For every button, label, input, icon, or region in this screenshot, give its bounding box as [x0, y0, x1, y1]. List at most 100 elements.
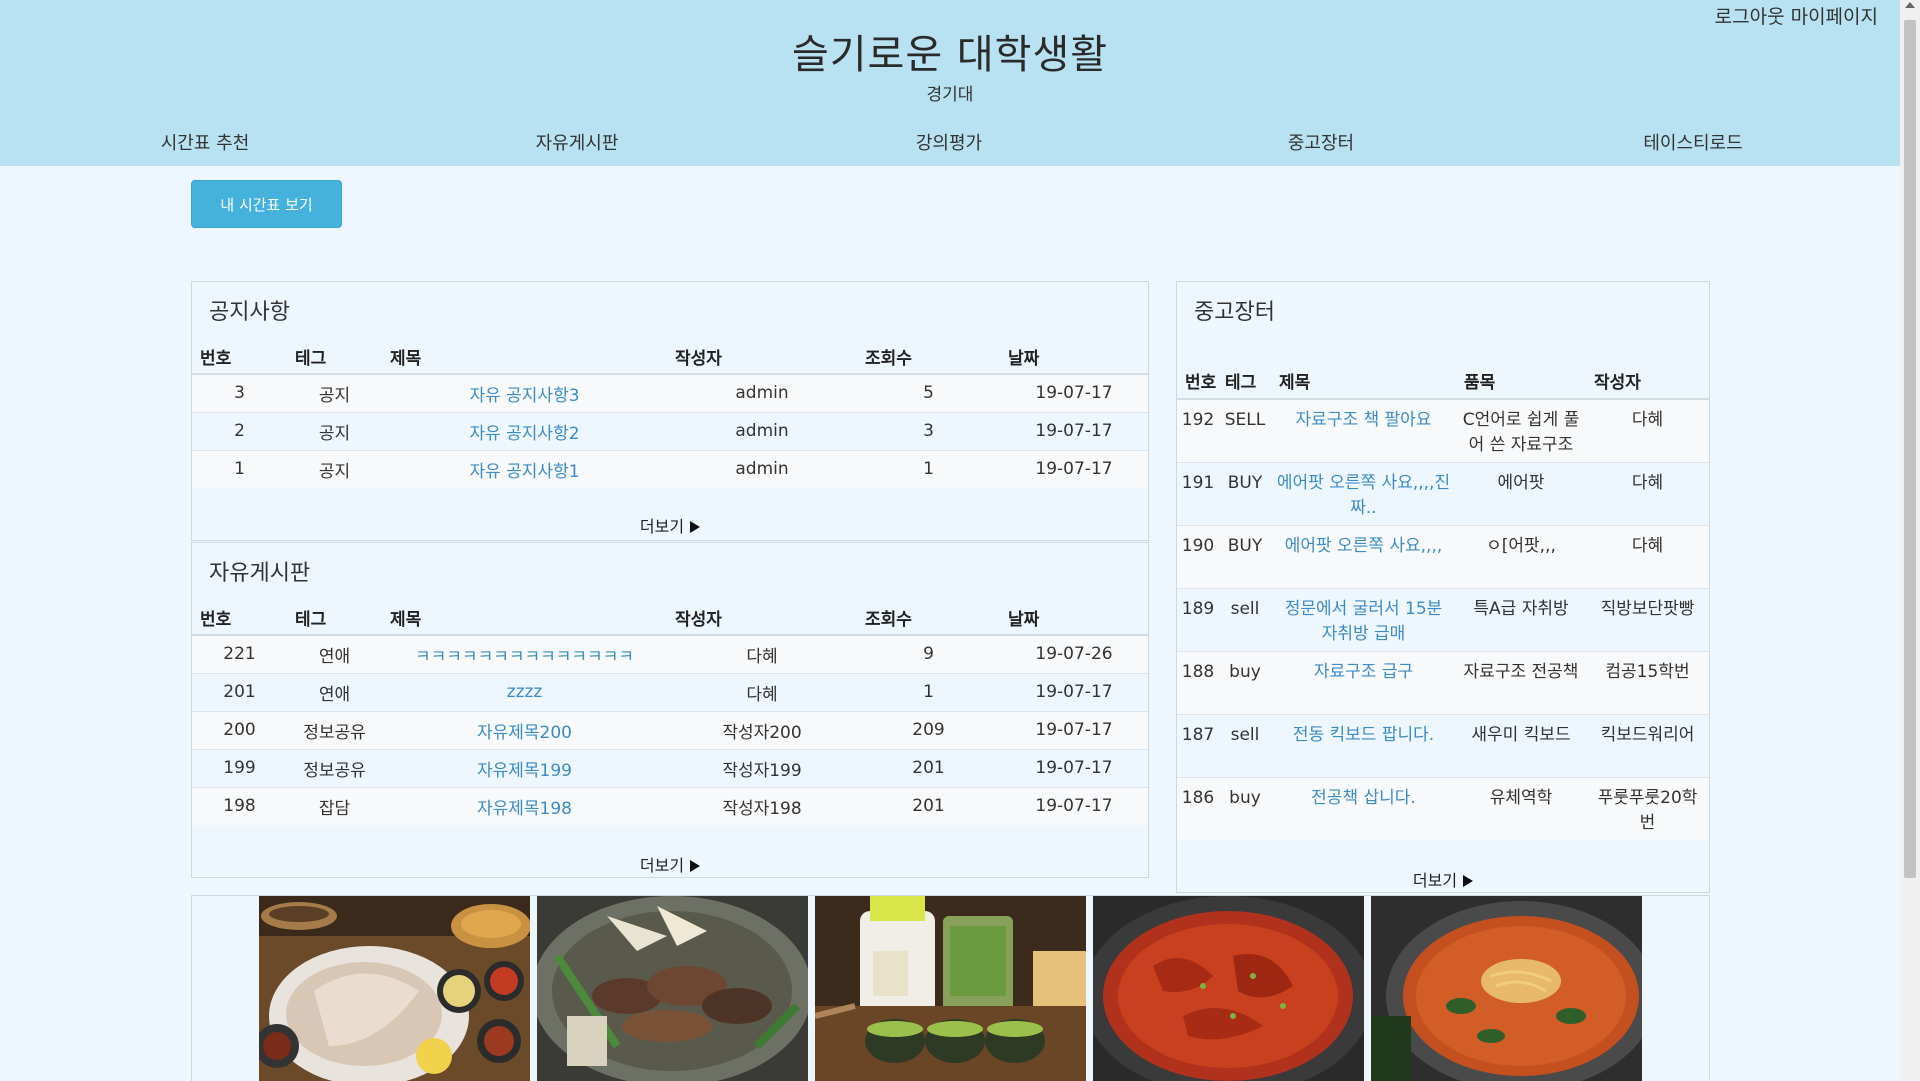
- grilled-pork-pan-photo[interactable]: [537, 896, 808, 1081]
- cell-no: 191: [1177, 461, 1219, 525]
- post-title-link[interactable]: 자유제목199: [477, 761, 572, 781]
- col-header: 테그: [287, 601, 382, 636]
- cell-views: 5: [857, 373, 1000, 412]
- cell-item: 유체역학: [1456, 776, 1586, 840]
- cell-tag: sell: [1219, 587, 1271, 651]
- table-row: 221 연애 ㅋㅋㅋㅋㅋㅋㅋㅋㅋㅋㅋㅋㅋㅋ 다혜 9 19-07-26: [192, 634, 1148, 673]
- cell-no: 201: [192, 672, 287, 711]
- notice-more-link[interactable]: 더보기: [192, 513, 1148, 537]
- cell-no: 3: [192, 373, 287, 412]
- free-board-more-link[interactable]: 더보기: [192, 852, 1148, 876]
- col-header: 날짜: [1000, 340, 1148, 375]
- cell-tag: BUY: [1219, 461, 1271, 525]
- post-title-link[interactable]: 전공책 삽니다.: [1311, 788, 1416, 808]
- cell-no: 1: [192, 449, 287, 488]
- col-header: 작성자: [667, 601, 857, 636]
- spicy-chicken-feet-photo[interactable]: [1093, 896, 1364, 1081]
- market-table: 번호 테그 제목 품목 작성자 192 SELL 자료구조 책 팔아요 C언어로…: [1177, 342, 1709, 840]
- cell-tag: 공지: [287, 449, 382, 488]
- cell-no: 221: [192, 634, 287, 673]
- cell-date: 19-07-17: [1000, 748, 1148, 787]
- cell-tag: 연애: [287, 634, 382, 673]
- more-label: 더보기: [1412, 871, 1458, 890]
- free-board-panel: 자유게시판 번호 테그 제목 작성자 조회수 날짜 221 연애 ㅋㅋㅋㅋㅋㅋㅋ…: [191, 542, 1149, 878]
- cell-no: 190: [1177, 524, 1219, 588]
- post-title-link[interactable]: 자유 공지사항2: [469, 424, 579, 444]
- scroll-up-arrow-icon[interactable]: [1905, 2, 1915, 8]
- post-title-link[interactable]: zzzz: [507, 682, 543, 702]
- cell-no: 199: [192, 748, 287, 787]
- cell-tag: SELL: [1219, 398, 1271, 462]
- table-row: 187 sell 전동 킥보드 팝니다. 새우미 킥보드 킥보드워리어: [1177, 713, 1709, 777]
- cell-author: 작성자200: [667, 710, 857, 749]
- site-header: 로그아웃 마이페이지 슬기로운 대학생활 경기대 시간표 추천 자유게시판 강의…: [0, 0, 1900, 166]
- more-label: 더보기: [639, 517, 685, 536]
- nav-market[interactable]: 중고장터: [1288, 129, 1354, 155]
- nav-tasty-road[interactable]: 테이스티로드: [1643, 129, 1742, 155]
- table-row: 192 SELL 자료구조 책 팔아요 C언어로 쉽게 풀어 쓴 자료구조 다혜: [1177, 398, 1709, 462]
- table-row: 190 BUY 에어팟 오른쪽 사요,,,, ㅇ[어팟,,, 다혜: [1177, 524, 1709, 588]
- post-title-link[interactable]: 정문에서 굴러서 15분 자취방 급매: [1285, 599, 1443, 644]
- market-more-link[interactable]: 더보기: [1177, 867, 1709, 891]
- cell-views: 209: [857, 710, 1000, 749]
- cell-views: 201: [857, 786, 1000, 825]
- post-title-link[interactable]: 자유제목198: [477, 799, 572, 819]
- page-scrollbar[interactable]: [1900, 0, 1920, 1080]
- col-header: 번호: [192, 601, 287, 636]
- play-triangle-icon: [690, 859, 701, 872]
- table-row: 2 공지 자유 공지사항2 admin 3 19-07-17: [192, 411, 1148, 450]
- nav-timetable-recommend[interactable]: 시간표 추천: [161, 129, 250, 155]
- cell-author: 다혜: [1586, 398, 1709, 462]
- post-title-link[interactable]: ㅋㅋㅋㅋㅋㅋㅋㅋㅋㅋㅋㅋㅋㅋ: [415, 647, 634, 667]
- post-title-link[interactable]: 자유 공지사항3: [469, 386, 579, 406]
- tasty-road-gallery: [191, 895, 1710, 1081]
- cell-tag: BUY: [1219, 524, 1271, 588]
- cell-no: 198: [192, 786, 287, 825]
- cell-no: 188: [1177, 650, 1219, 714]
- table-row: 198 잡담 자유제목198 작성자198 201 19-07-17: [192, 786, 1148, 825]
- nav-lecture-review[interactable]: 강의평가: [916, 129, 982, 155]
- cell-tag: buy: [1219, 650, 1271, 714]
- cell-author: 작성자199: [667, 748, 857, 787]
- cell-item: 에어팟: [1456, 461, 1586, 525]
- cell-no: 200: [192, 710, 287, 749]
- cell-item: C언어로 쉽게 풀어 쓴 자료구조: [1456, 398, 1586, 462]
- notice-panel: 공지사항 번호 테그 제목 작성자 조회수 날짜 3 공지 자유 공지사항3 a…: [191, 281, 1149, 541]
- post-title-link[interactable]: 자유제목200: [477, 723, 572, 743]
- my-timetable-button[interactable]: 내 시간표 보기: [191, 180, 342, 228]
- scroll-thumb[interactable]: [1904, 20, 1916, 878]
- cell-date: 19-07-17: [1000, 373, 1148, 412]
- cell-tag: 연애: [287, 672, 382, 711]
- post-title-link[interactable]: 자유 공지사항1: [469, 462, 579, 482]
- cell-author: admin: [667, 373, 857, 412]
- col-header: 작성자: [1586, 342, 1709, 400]
- notice-title: 공지사항: [209, 300, 290, 325]
- col-header: 품목: [1456, 342, 1586, 400]
- cell-tag: buy: [1219, 776, 1271, 840]
- grilled-fish-platter-photo[interactable]: [259, 896, 530, 1081]
- post-title-link[interactable]: 에어팟 오른쪽 사요,,,,진짜..: [1277, 473, 1450, 518]
- school-name: 경기대: [926, 85, 974, 105]
- cell-date: 19-07-17: [1000, 710, 1148, 749]
- cell-views: 201: [857, 748, 1000, 787]
- post-title-link[interactable]: 에어팟 오른쪽 사요,,,,: [1285, 536, 1443, 556]
- table-row: 191 BUY 에어팟 오른쪽 사요,,,,진짜.. 에어팟 다혜: [1177, 461, 1709, 525]
- nav-free-board[interactable]: 자유게시판: [536, 129, 619, 155]
- site-title[interactable]: 슬기로운 대학생활: [0, 22, 1900, 80]
- post-title-link[interactable]: 자료구조 책 팔아요: [1296, 410, 1432, 430]
- cell-author: admin: [667, 411, 857, 450]
- col-header: 작성자: [667, 340, 857, 375]
- notice-table: 번호 테그 제목 작성자 조회수 날짜 3 공지 자유 공지사항3 admin …: [192, 340, 1148, 488]
- cell-tag: 정보공유: [287, 748, 382, 787]
- cell-item: 새우미 킥보드: [1456, 713, 1586, 777]
- ramen-stew-photo[interactable]: [1371, 896, 1642, 1081]
- more-label: 더보기: [639, 856, 685, 875]
- matcha-dessert-photo[interactable]: [815, 896, 1086, 1081]
- cell-views: 3: [857, 411, 1000, 450]
- cell-item: 자료구조 전공책: [1456, 650, 1586, 714]
- post-title-link[interactable]: 전동 킥보드 팝니다.: [1293, 725, 1434, 745]
- free-board-table: 번호 테그 제목 작성자 조회수 날짜 221 연애 ㅋㅋㅋㅋㅋㅋㅋㅋㅋㅋㅋㅋㅋ…: [192, 601, 1148, 825]
- cell-author: 킥보드워리어: [1586, 713, 1709, 777]
- post-title-link[interactable]: 자료구조 급구: [1314, 662, 1413, 682]
- cell-date: 19-07-17: [1000, 449, 1148, 488]
